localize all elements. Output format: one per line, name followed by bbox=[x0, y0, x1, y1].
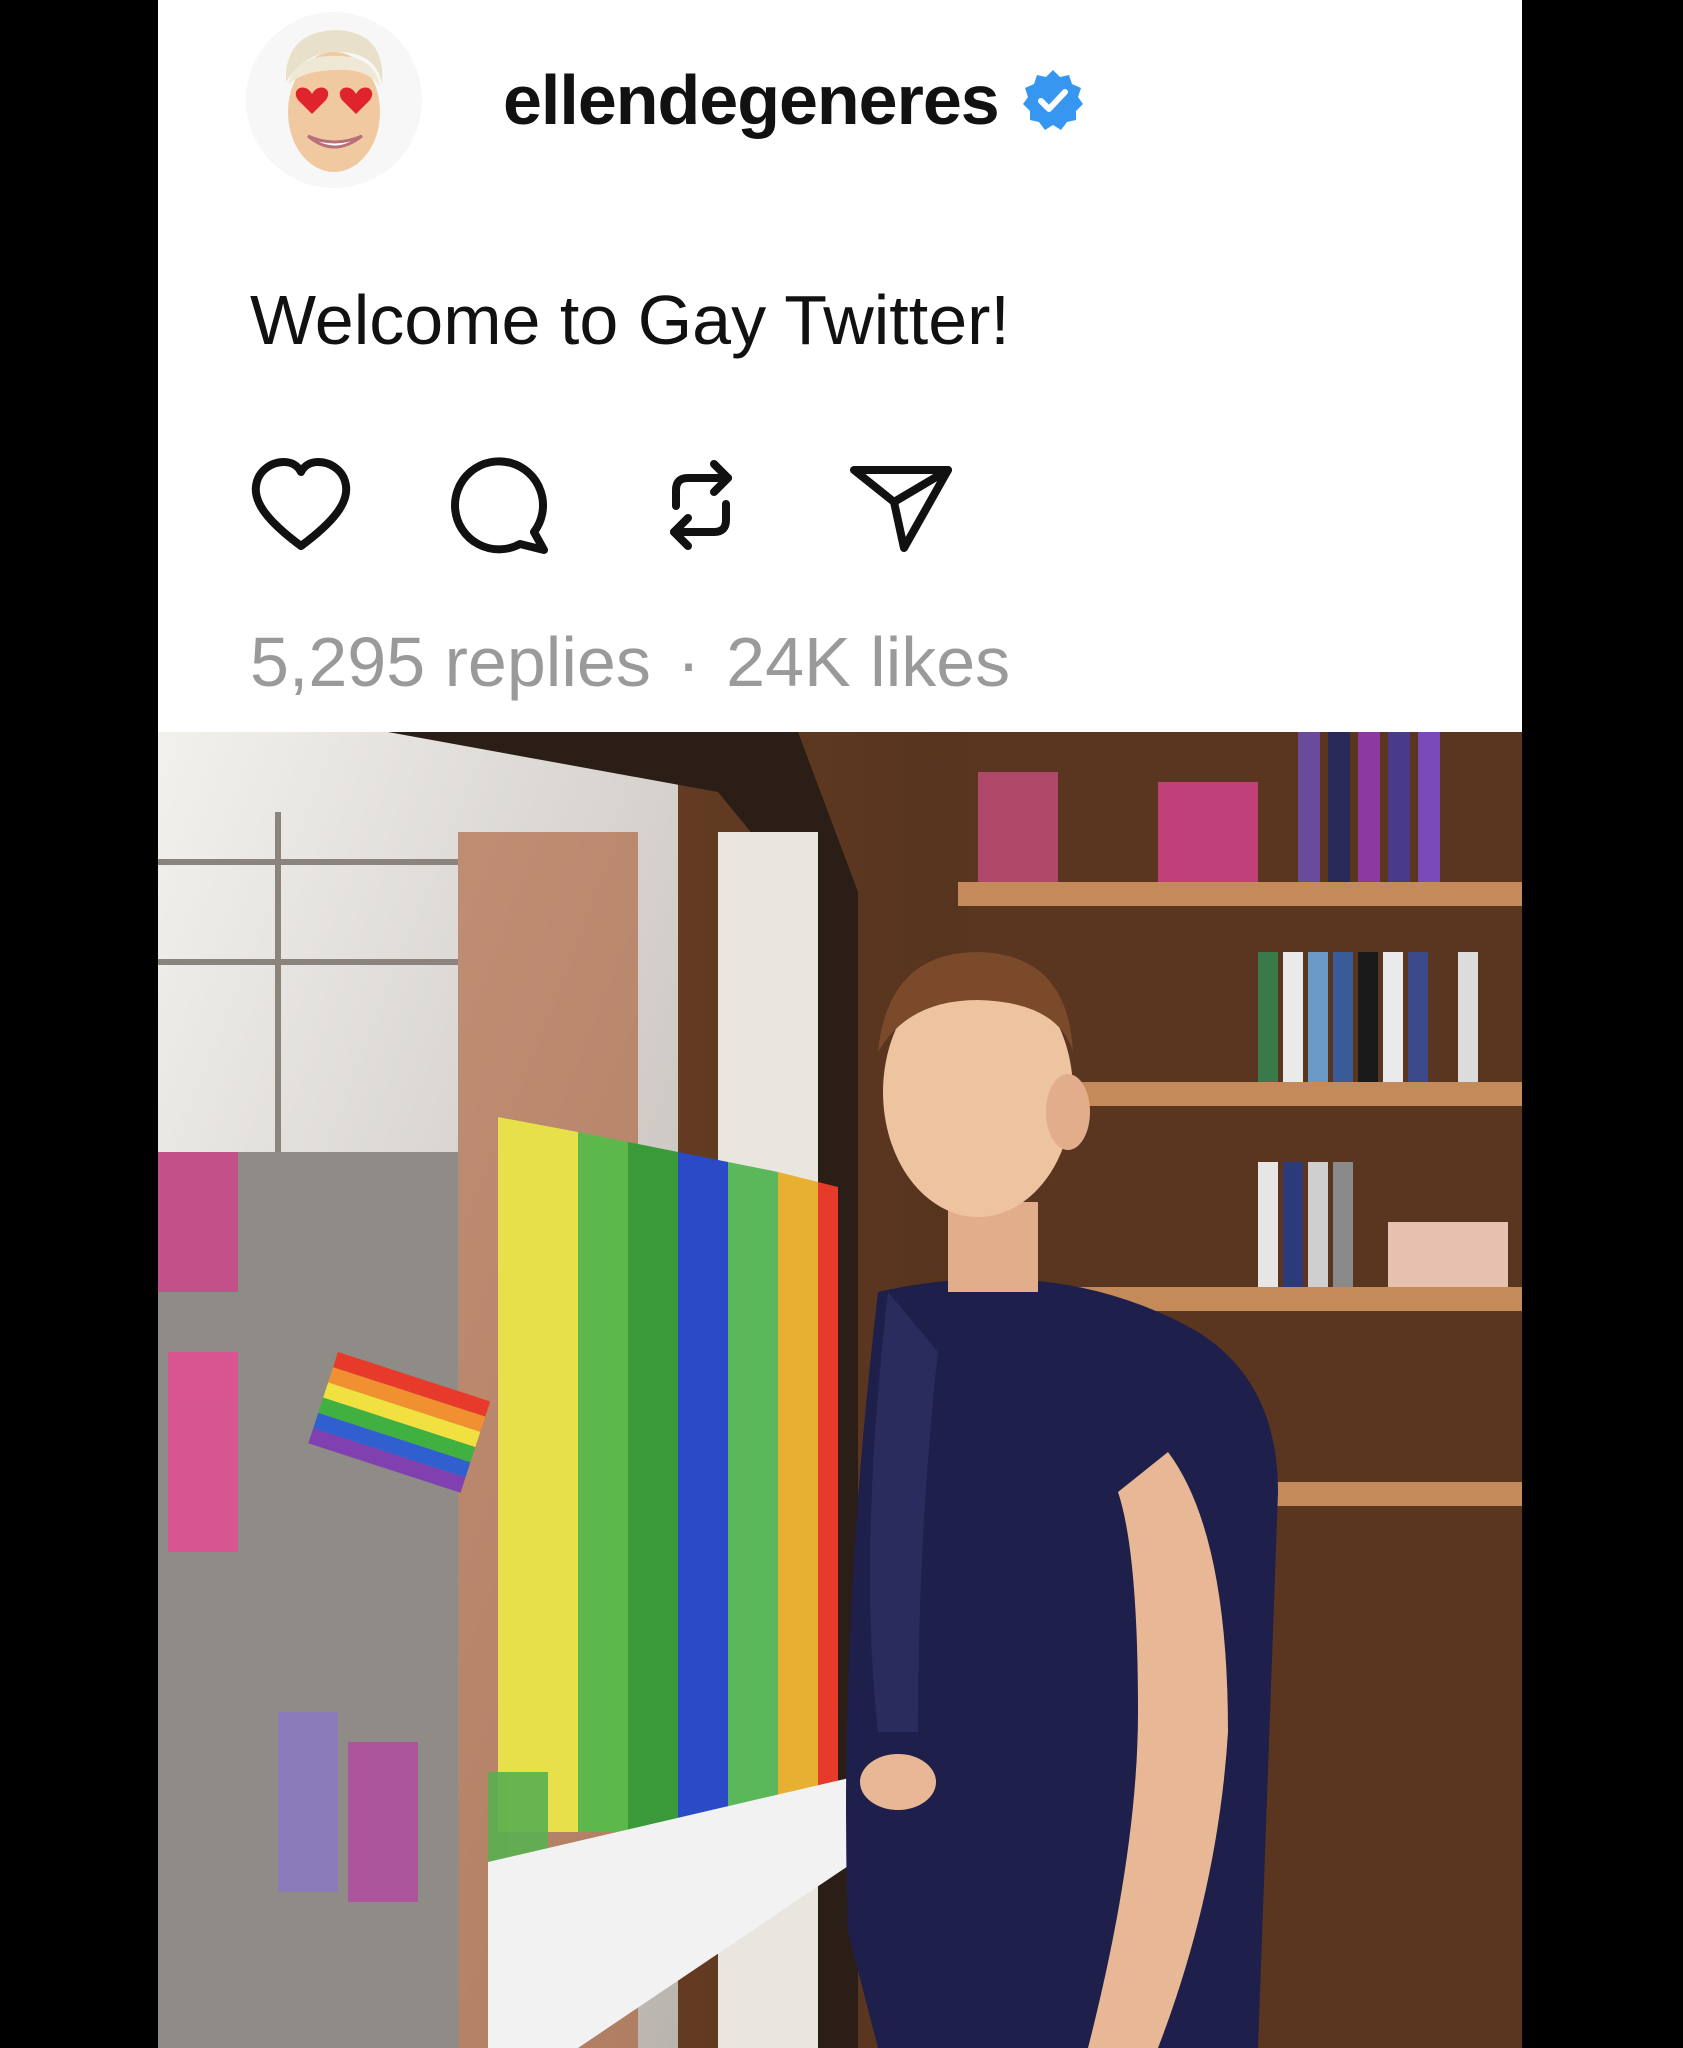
like-button[interactable] bbox=[246, 450, 356, 560]
username-row: ellendegeneres bbox=[503, 60, 1085, 140]
post-photo[interactable] bbox=[158, 732, 1522, 2048]
share-button[interactable] bbox=[846, 450, 956, 560]
stats-separator: · bbox=[676, 623, 701, 701]
comment-icon bbox=[451, 457, 548, 554]
post-header: ellendegeneres bbox=[158, 0, 1522, 200]
username[interactable]: ellendegeneres bbox=[503, 60, 1000, 140]
repost-icon bbox=[670, 460, 732, 550]
repost-button[interactable] bbox=[646, 450, 756, 560]
post-card: ellendegeneres Welcome to Gay Twitter! 5… bbox=[158, 0, 1522, 2048]
photo-image bbox=[158, 732, 1522, 2048]
verified-badge-icon bbox=[1022, 70, 1083, 130]
replies-count[interactable]: 5,295 replies bbox=[250, 622, 651, 702]
action-bar bbox=[246, 450, 1046, 560]
post-stats: 5,295 replies · 24K likes bbox=[250, 622, 1010, 702]
likes-count[interactable]: 24K likes bbox=[726, 622, 1010, 702]
avatar[interactable] bbox=[246, 12, 422, 188]
post-caption: Welcome to Gay Twitter! bbox=[250, 281, 1010, 359]
avatar-cartoon-icon bbox=[246, 12, 422, 188]
send-icon bbox=[850, 466, 952, 552]
reply-button[interactable] bbox=[446, 450, 556, 560]
heart-icon bbox=[251, 458, 351, 550]
